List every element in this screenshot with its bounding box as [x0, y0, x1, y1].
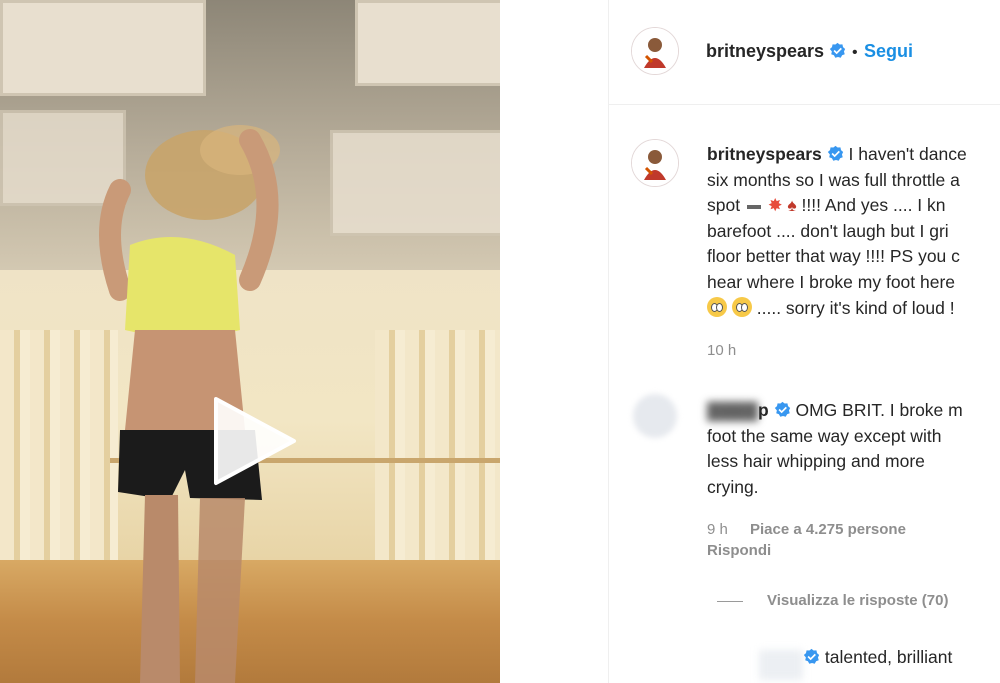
comment-line: crying. [707, 476, 759, 497]
commenter-username-blurred[interactable]: ▓▓▓▓ [707, 400, 758, 420]
avatar[interactable] [631, 27, 679, 75]
verified-badge-icon [829, 42, 845, 58]
caption-line: six months so I was full throttle a [707, 169, 960, 190]
follow-separator: • [851, 44, 858, 61]
username-link[interactable]: britneyspears [706, 41, 824, 61]
eye-roll-emoji-icon [707, 296, 727, 317]
comment-line: less hair whipping and more [707, 451, 925, 472]
commenter-avatar[interactable] [633, 394, 677, 438]
post-sidebar: britneyspears • Segui britneyspears I ha… [608, 0, 1000, 683]
next-comment: talented, brilliant [803, 647, 952, 668]
avatar-image [632, 140, 678, 186]
view-replies-button[interactable]: Visualizza le risposte (70) [717, 592, 948, 609]
avatar-image [632, 28, 678, 74]
verified-badge-icon [774, 401, 790, 417]
caption-line: spot [707, 195, 741, 216]
caption-line: barefoot .... don't laugh but I gri [707, 220, 949, 241]
caption-line: floor better that way !!!! PS you c [707, 246, 960, 267]
dancer-figure [99, 125, 280, 683]
caption-timestamp[interactable]: 10 h [707, 342, 736, 359]
dancer-emoji-icon: ♠ [787, 195, 797, 216]
caption-avatar[interactable] [631, 139, 679, 187]
caption-line: ..... sorry it's kind of loud ! [756, 297, 955, 318]
caption-username[interactable]: britneyspears [707, 144, 822, 164]
verified-badge-icon [827, 145, 843, 161]
play-icon [214, 397, 296, 485]
caption-line: I haven't dance [848, 144, 967, 164]
eye-roll-emoji-icon [731, 296, 752, 317]
next-commenter-blurred[interactable] [759, 650, 803, 680]
view-replies-label: Visualizza le risposte (70) [767, 592, 949, 609]
caption-line: hear where I broke my foot here [707, 271, 956, 292]
play-button[interactable] [208, 393, 300, 489]
comment-line: foot the same way except with [707, 425, 942, 446]
comment-line: OMG BRIT. I broke m [795, 400, 963, 420]
comment-likes[interactable]: Piace a 4.275 persone [750, 521, 906, 538]
follow-button[interactable]: Segui [864, 41, 913, 61]
post-caption: britneyspears I haven't dance six months… [707, 142, 1000, 321]
reply-button[interactable]: Rispondi [707, 542, 771, 559]
verified-badge-icon [803, 648, 820, 664]
comment-timestamp[interactable]: 9 h [707, 521, 728, 538]
commenter-username[interactable]: p [758, 400, 769, 420]
collision-emoji-icon: ✸ [767, 195, 783, 216]
next-comment-text: talented, brilliant [824, 647, 953, 667]
header-user-row: britneyspears • Segui [706, 41, 913, 62]
post-header: britneyspears • Segui [609, 0, 1000, 105]
replies-divider [717, 600, 743, 602]
caption-line: !!!! And yes .... I kn [801, 195, 946, 216]
shoe-emoji-icon [746, 204, 761, 209]
post-video[interactable] [0, 0, 500, 683]
comment-body: ▓▓▓▓p OMG BRIT. I broke m foot the same … [707, 398, 997, 500]
